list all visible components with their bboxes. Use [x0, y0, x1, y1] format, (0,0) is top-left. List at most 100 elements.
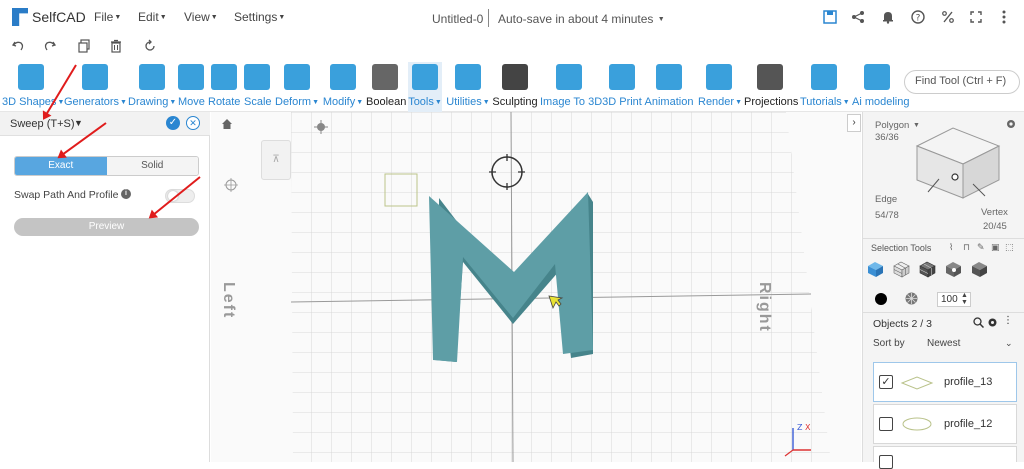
info-icon[interactable]: i — [121, 189, 131, 199]
share-icon[interactable] — [850, 9, 866, 25]
brush-icon[interactable]: ✎ — [977, 242, 985, 253]
toolbar-label: Animation — [644, 96, 694, 108]
objects-settings-icon[interactable] — [987, 317, 998, 331]
select-edge-icon[interactable] — [919, 261, 936, 278]
toolbar-label: Move — [178, 96, 205, 108]
toolbar-scale[interactable]: Scale — [244, 62, 272, 112]
opacity-stepper-icon[interactable]: ▲ ▼ — [961, 292, 968, 306]
bell-icon[interactable] — [880, 9, 896, 25]
vertex-label[interactable]: Vertex — [981, 207, 1008, 218]
toolbar-tools[interactable]: Tools▼ — [408, 62, 442, 112]
toolbar-deform[interactable]: Deform▼ — [274, 62, 320, 112]
select-all-icon[interactable]: ▣ — [991, 242, 1000, 253]
sweep-panel: Sweep (T+S) ▼ ✓ ✕ Exact Solid Swap Path … — [0, 112, 210, 462]
world-axis-icon[interactable] — [224, 178, 238, 195]
view-cube-mini-icon[interactable]: ⊼ — [261, 140, 291, 180]
select-polygon-icon[interactable] — [971, 261, 988, 278]
toolbar-tutorials[interactable]: Tutorials▼ — [800, 62, 850, 112]
redo-icon[interactable] — [42, 38, 58, 54]
toolbar-ai-modeling[interactable]: Ai modeling — [852, 62, 910, 112]
menu-file[interactable]: File▼ — [94, 10, 121, 24]
undo-icon[interactable] — [10, 38, 26, 54]
more-icon[interactable] — [996, 9, 1012, 25]
toolbar-drawing[interactable]: Drawing▼ — [128, 62, 176, 112]
object-row-partial[interactable] — [873, 446, 1017, 469]
select-object-icon[interactable] — [867, 261, 884, 278]
toolbar-projections[interactable]: Projections — [744, 62, 798, 112]
select-box-icon[interactable]: ⬚ — [1005, 242, 1014, 253]
toolbar-modify[interactable]: Modify▼ — [322, 62, 364, 112]
toolbar-render[interactable]: Render▼ — [698, 62, 742, 112]
toolbar-image-to-3d[interactable]: Image To 3D — [540, 62, 602, 112]
chevron-down-icon: ▼ — [120, 98, 127, 106]
select-vertex-icon[interactable] — [945, 261, 962, 278]
fullscreen-icon[interactable] — [968, 9, 984, 25]
toolbar-label: Deform — [275, 96, 312, 108]
object-row-profile-13[interactable]: ✓ profile_13 — [873, 362, 1017, 402]
svg-text:Z: Z — [797, 423, 803, 432]
object-checkbox[interactable] — [879, 417, 893, 431]
object-name[interactable]: profile_13 — [944, 376, 992, 388]
toolbar-3d-print[interactable]: 3D Print — [602, 62, 642, 112]
object-name[interactable]: profile_12 — [944, 418, 992, 430]
edge-label[interactable]: Edge — [875, 194, 897, 205]
objects-more-icon[interactable]: ⋮ — [1003, 315, 1013, 326]
3d-viewport[interactable]: Z X ⊼ Left Right › — [211, 112, 861, 462]
camera-icon[interactable] — [314, 120, 328, 137]
delete-icon[interactable] — [108, 38, 124, 54]
object-checkbox[interactable] — [879, 455, 893, 469]
document-title[interactable]: Untitled-0 — [432, 12, 483, 26]
copy-icon[interactable] — [76, 38, 92, 54]
app-logo[interactable]: SelfCAD — [12, 8, 86, 26]
svg-text:?: ? — [916, 14, 921, 24]
toolbar-label: Boolean — [366, 96, 407, 108]
units-icon[interactable] — [940, 9, 956, 25]
save-icon[interactable] — [822, 9, 838, 25]
preview-button[interactable]: Preview — [14, 218, 199, 236]
search-icon[interactable] — [973, 317, 985, 331]
boolean-icon — [372, 64, 398, 90]
menu-edit[interactable]: Edit▼ — [138, 10, 167, 24]
lasso-icon[interactable]: ⌇ — [949, 242, 953, 253]
toolbar-animation[interactable]: Animation — [644, 62, 694, 112]
settings-gear-icon[interactable] — [1005, 118, 1017, 133]
deform-icon — [284, 64, 310, 90]
find-tool-input[interactable]: Find Tool (Ctrl + F) — [904, 70, 1020, 94]
material-icon[interactable] — [905, 292, 918, 308]
toolbar-label: Render — [698, 96, 735, 108]
toolbar-rotate[interactable]: Rotate — [208, 62, 240, 112]
sweep-dropdown-icon[interactable]: ▼ — [74, 118, 83, 128]
render-icon — [706, 64, 732, 90]
svg-text:X: X — [805, 423, 811, 432]
cancel-close-icon[interactable]: ✕ — [186, 116, 200, 130]
color-picker-icon[interactable] — [875, 293, 887, 305]
chevron-down-icon: ▼ — [842, 98, 850, 106]
move-icon — [178, 64, 204, 90]
menu-settings[interactable]: Settings▼ — [234, 10, 285, 24]
select-face-icon[interactable] — [893, 261, 910, 278]
magnet-icon[interactable]: ⊓ — [963, 242, 970, 253]
help-icon[interactable]: ? — [910, 9, 926, 25]
toolbar-label: Ai modeling — [852, 96, 910, 108]
collapse-right-panel-icon[interactable]: › — [847, 114, 861, 132]
toolbar-utilities[interactable]: Utilities▼ — [446, 62, 490, 112]
sort-dropdown[interactable]: Newest — [927, 338, 960, 349]
refresh-icon[interactable] — [142, 38, 158, 54]
object-row-profile-12[interactable]: profile_12 — [873, 404, 1017, 444]
toolbar-label: Tools — [408, 96, 434, 108]
chevron-down-icon: ▼ — [169, 98, 177, 106]
menu-view[interactable]: View▼ — [184, 10, 218, 24]
solid-option[interactable]: Solid — [106, 157, 198, 175]
3d-print-icon — [609, 64, 635, 90]
sort-chevron-down-icon[interactable]: ⌄ — [1005, 338, 1013, 349]
confirm-check-icon[interactable]: ✓ — [166, 116, 180, 130]
autosave-status[interactable]: Auto-save in about 4 minutes ▼ — [498, 12, 665, 26]
object-checkbox[interactable]: ✓ — [879, 375, 893, 389]
home-icon[interactable] — [221, 118, 233, 133]
toolbar-sculpting[interactable]: Sculpting — [492, 62, 538, 112]
toolbar-boolean[interactable]: Boolean — [366, 62, 407, 112]
navigation-cube[interactable] — [913, 124, 1005, 204]
right-view-label: Right — [756, 282, 773, 333]
swap-path-label: Swap Path And Profile — [14, 189, 119, 201]
toolbar-move[interactable]: Move — [178, 62, 205, 112]
